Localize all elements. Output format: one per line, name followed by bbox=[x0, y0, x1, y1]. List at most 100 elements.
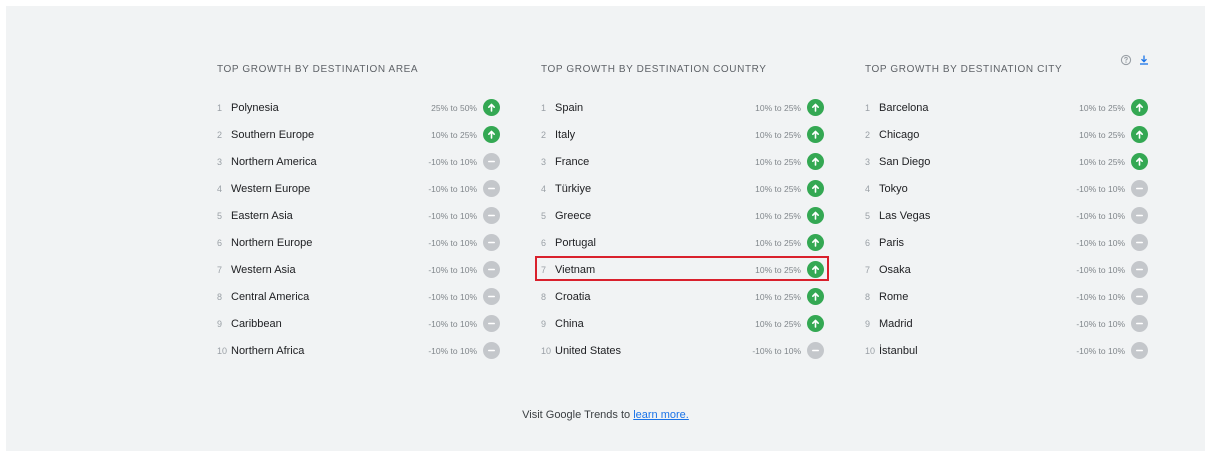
arrow-up-icon bbox=[1131, 153, 1148, 170]
rank-number: 2 bbox=[865, 129, 871, 140]
rank-number: 3 bbox=[217, 156, 223, 167]
steady-dash-icon bbox=[483, 180, 500, 197]
steady-dash-icon bbox=[483, 153, 500, 170]
list-item[interactable]: 9 Madrid -10% to 10% bbox=[865, 310, 1148, 337]
list-item[interactable]: 4 Türkiye 10% to 25% bbox=[541, 175, 824, 202]
list-item[interactable]: 8 Central America -10% to 10% bbox=[217, 283, 500, 310]
destination-name: İstanbul bbox=[879, 344, 918, 357]
list-item[interactable]: 2 Italy 10% to 25% bbox=[541, 121, 824, 148]
growth-range: 10% to 25% bbox=[755, 156, 801, 167]
growth-range: -10% to 10% bbox=[1076, 291, 1125, 302]
destination-name: Tokyo bbox=[879, 182, 908, 195]
destination-name: Western Europe bbox=[231, 182, 311, 195]
rank-number: 5 bbox=[217, 210, 223, 221]
rank-number: 7 bbox=[865, 264, 871, 275]
rank-number: 6 bbox=[541, 237, 547, 248]
list-item[interactable]: 3 Northern America -10% to 10% bbox=[217, 148, 500, 175]
list-item[interactable]: 7 Western Asia -10% to 10% bbox=[217, 256, 500, 283]
list-item[interactable]: 2 Chicago 10% to 25% bbox=[865, 121, 1148, 148]
list-item[interactable]: 3 San Diego 10% to 25% bbox=[865, 148, 1148, 175]
steady-dash-icon bbox=[483, 288, 500, 305]
destination-name: Northern Africa bbox=[231, 344, 305, 357]
list-item[interactable]: 4 Western Europe -10% to 10% bbox=[217, 175, 500, 202]
destination-name: Türkiye bbox=[555, 182, 592, 195]
rank-number: 10 bbox=[217, 345, 228, 356]
steady-dash-icon bbox=[1131, 207, 1148, 224]
rank-number: 5 bbox=[541, 210, 547, 221]
list-item[interactable]: 7 Vietnam 10% to 25% bbox=[535, 256, 829, 283]
destination-name: Northern America bbox=[231, 155, 317, 168]
growth-range: 10% to 25% bbox=[755, 237, 801, 248]
rank-number: 6 bbox=[865, 237, 871, 248]
growth-range: -10% to 10% bbox=[1076, 345, 1125, 356]
destination-name: Croatia bbox=[555, 290, 591, 303]
rank-number: 7 bbox=[217, 264, 223, 275]
list-item[interactable]: 8 Croatia 10% to 25% bbox=[541, 283, 824, 310]
rank-number: 5 bbox=[865, 210, 871, 221]
column-title: TOP GROWTH BY DESTINATION COUNTRY bbox=[541, 64, 767, 75]
list-item[interactable]: 2 Southern Europe 10% to 25% bbox=[217, 121, 500, 148]
list-item[interactable]: 9 Caribbean -10% to 10% bbox=[217, 310, 500, 337]
list-item[interactable]: 4 Tokyo -10% to 10% bbox=[865, 175, 1148, 202]
growth-range: 10% to 25% bbox=[431, 129, 477, 140]
list-item[interactable]: 6 Paris -10% to 10% bbox=[865, 229, 1148, 256]
list-item[interactable]: 3 France 10% to 25% bbox=[541, 148, 824, 175]
destination-name: Madrid bbox=[879, 317, 913, 330]
growth-range: 10% to 25% bbox=[1079, 102, 1125, 113]
steady-dash-icon bbox=[483, 207, 500, 224]
country-list: 1 Spain 10% to 25% 2 Italy 10% to 25% 3 France 1… bbox=[535, 94, 829, 364]
list-item[interactable]: 10 İstanbul -10% to 10% bbox=[865, 337, 1148, 364]
column-title: TOP GROWTH BY DESTINATION CITY bbox=[865, 64, 1063, 75]
rank-number: 9 bbox=[865, 318, 871, 329]
learn-more-link[interactable]: learn more. bbox=[633, 409, 689, 421]
destination-name: Western Asia bbox=[231, 263, 296, 276]
arrow-up-icon bbox=[807, 180, 824, 197]
steady-dash-icon bbox=[483, 234, 500, 251]
steady-dash-icon bbox=[1131, 288, 1148, 305]
list-item[interactable]: 1 Spain 10% to 25% bbox=[541, 94, 824, 121]
list-item[interactable]: 1 Barcelona 10% to 25% bbox=[865, 94, 1148, 121]
list-item[interactable]: 1 Polynesia 25% to 50% bbox=[217, 94, 500, 121]
steady-dash-icon bbox=[1131, 180, 1148, 197]
country-column: TOP GROWTH BY DESTINATION COUNTRY 1 Spain… bbox=[535, 63, 829, 364]
growth-range: -10% to 10% bbox=[428, 183, 477, 194]
list-item[interactable]: 9 China 10% to 25% bbox=[541, 310, 824, 337]
steady-dash-icon bbox=[807, 342, 824, 359]
steady-dash-icon bbox=[483, 261, 500, 278]
rank-number: 3 bbox=[541, 156, 547, 167]
growth-range: 10% to 25% bbox=[755, 102, 801, 113]
rank-number: 4 bbox=[217, 183, 223, 194]
list-item[interactable]: 6 Portugal 10% to 25% bbox=[541, 229, 824, 256]
destination-name: Caribbean bbox=[231, 317, 282, 330]
list-item[interactable]: 6 Northern Europe -10% to 10% bbox=[217, 229, 500, 256]
arrow-up-icon bbox=[807, 261, 824, 278]
growth-range: -10% to 10% bbox=[428, 210, 477, 221]
rank-number: 3 bbox=[865, 156, 871, 167]
list-item[interactable]: 5 Greece 10% to 25% bbox=[541, 202, 824, 229]
arrow-up-icon bbox=[1131, 126, 1148, 143]
growth-range: 25% to 50% bbox=[431, 102, 477, 113]
rank-number: 10 bbox=[865, 345, 876, 356]
list-item[interactable]: 5 Eastern Asia -10% to 10% bbox=[217, 202, 500, 229]
list-item[interactable]: 10 United States -10% to 10% bbox=[541, 337, 824, 364]
list-item[interactable]: 10 Northern Africa -10% to 10% bbox=[217, 337, 500, 364]
area-column: TOP GROWTH BY DESTINATION AREA 1 Polynesi… bbox=[217, 63, 500, 364]
list-item[interactable]: 5 Las Vegas -10% to 10% bbox=[865, 202, 1148, 229]
list-item[interactable]: 7 Osaka -10% to 10% bbox=[865, 256, 1148, 283]
steady-dash-icon bbox=[1131, 342, 1148, 359]
list-item[interactable]: 8 Rome -10% to 10% bbox=[865, 283, 1148, 310]
arrow-up-icon bbox=[483, 99, 500, 116]
arrow-up-icon bbox=[1131, 99, 1148, 116]
arrow-up-icon bbox=[807, 153, 824, 170]
destination-name: Greece bbox=[555, 209, 592, 222]
destination-name: Vietnam bbox=[555, 263, 596, 276]
column-title: TOP GROWTH BY DESTINATION AREA bbox=[217, 64, 419, 75]
growth-range: -10% to 10% bbox=[428, 156, 477, 167]
rank-number: 9 bbox=[541, 318, 547, 329]
growth-range: 10% to 25% bbox=[1079, 129, 1125, 140]
destination-name: San Diego bbox=[879, 155, 931, 168]
steady-dash-icon bbox=[1131, 261, 1148, 278]
growth-range: -10% to 10% bbox=[1076, 318, 1125, 329]
growth-range: -10% to 10% bbox=[428, 345, 477, 356]
growth-range: 10% to 25% bbox=[1079, 156, 1125, 167]
